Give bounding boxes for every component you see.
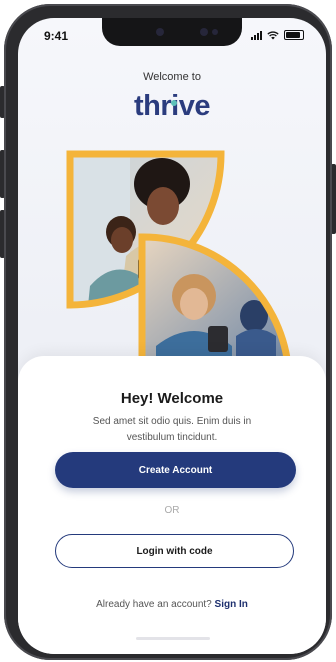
sign-in-prompt: Already have an account? Sign In [18, 599, 326, 610]
logo-dot-icon [171, 100, 177, 106]
wifi-icon [267, 30, 279, 39]
create-account-button[interactable]: Create Account [55, 452, 296, 488]
welcome-title: Hey! Welcome [120, 390, 224, 407]
sign-in-link[interactable]: Sign In [215, 599, 248, 610]
status-icons [251, 30, 304, 40]
home-indicator[interactable] [136, 637, 210, 640]
camera-lens-icon [212, 29, 218, 35]
or-divider: OR [164, 505, 180, 516]
welcome-to-label: Welcome to [143, 71, 201, 83]
sensor-icon [156, 28, 164, 36]
battery-icon [284, 30, 304, 40]
welcome-subtitle: Sed amet sit odio quis. Enim duis in ves… [92, 416, 252, 443]
notch [102, 18, 242, 46]
brand-logo: thrive [134, 90, 210, 122]
status-time: 9:41 [44, 29, 69, 43]
signal-icon [251, 30, 262, 40]
camera-icon [200, 28, 208, 36]
already-have-account-text: Already have an account? [96, 599, 212, 610]
login-with-code-button[interactable]: Login with code [55, 534, 294, 568]
hero-illustration [66, 150, 292, 369]
